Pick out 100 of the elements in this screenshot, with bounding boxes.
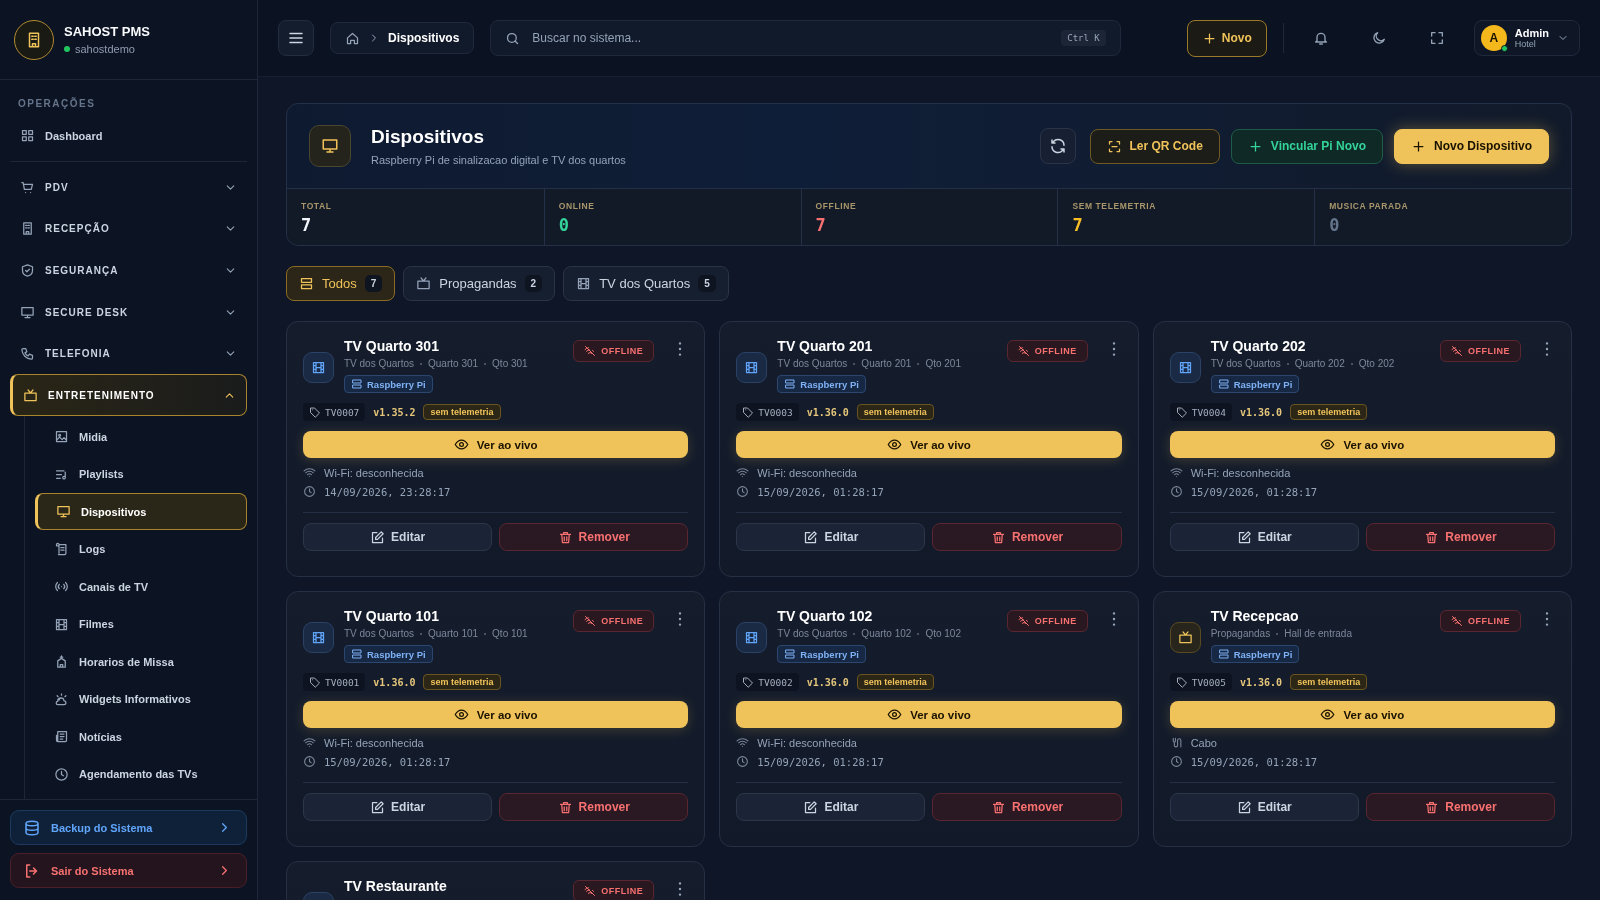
more-icon	[678, 342, 683, 356]
wifi-off-icon	[584, 615, 597, 627]
nav-item[interactable]: Widgets Informativos	[35, 680, 247, 718]
tv-icon	[23, 387, 38, 403]
menu-button[interactable]	[278, 20, 314, 56]
stat-value: 7	[301, 215, 313, 235]
live-view-button[interactable]: Ver ao vivo	[1169, 431, 1555, 458]
edit-button[interactable]: Editar	[1169, 523, 1359, 551]
live-view-button[interactable]: Ver ao vivo	[736, 701, 1122, 728]
nav-group[interactable]: SECURE DESK	[10, 291, 247, 333]
live-view-button[interactable]: Ver ao vivo	[303, 431, 689, 458]
live-view-button[interactable]: Ver ao vivo	[736, 431, 1122, 458]
filter-tab[interactable]: Propagandas 2	[403, 266, 556, 301]
monitor-icon	[321, 137, 339, 155]
wifi-off-icon	[1017, 345, 1030, 357]
wifi-icon	[1169, 466, 1183, 479]
more-icon	[678, 882, 683, 896]
filter-tab[interactable]: Todos 7	[286, 266, 396, 301]
pair-button[interactable]: Vincular Pi Novo	[1230, 128, 1383, 164]
refresh-button[interactable]	[1039, 128, 1076, 164]
backup-button[interactable]: Backup do Sistema	[10, 810, 247, 845]
nav-group[interactable]: TELEFONIA	[10, 332, 247, 375]
building-icon	[20, 221, 35, 237]
last-seen-time: 15/09/2026, 01:28:17	[757, 755, 884, 768]
user-menu[interactable]: A Admin Hotel	[1473, 20, 1580, 56]
filter-tab[interactable]: TV dos Quartos 5	[563, 266, 729, 301]
last-seen-time: 14/09/2026, 23:28:17	[324, 485, 451, 498]
trash-icon	[990, 799, 1006, 815]
stat-label: SEM TELEMETRIA	[1072, 201, 1157, 211]
clock-icon	[1169, 485, 1183, 498]
device-meta: Qto 201	[925, 358, 961, 369]
monitor-icon	[56, 504, 71, 520]
count-badge: 7	[364, 275, 383, 292]
device-meta: TV dos Quartos	[1210, 358, 1281, 369]
device-name: TV Quarto 301	[344, 338, 440, 354]
remove-button[interactable]: Remover	[499, 793, 689, 821]
remove-button[interactable]: Remover	[932, 523, 1122, 551]
monitor-icon	[20, 304, 35, 320]
remove-button[interactable]: Remover	[932, 793, 1122, 821]
nav-group[interactable]: PDV	[10, 166, 247, 209]
edit-button[interactable]: Editar	[1169, 793, 1359, 821]
film-icon	[744, 630, 760, 645]
device-meta: Hall de entrada	[1284, 628, 1352, 639]
new-button[interactable]: Novo	[1186, 19, 1267, 57]
server-icon	[1217, 378, 1230, 390]
remove-button[interactable]: Remover	[1365, 793, 1555, 821]
status-badge: OFFLINE	[1440, 610, 1521, 632]
nav-item[interactable]: Agendamento das TVs	[35, 755, 247, 793]
nav-group[interactable]: RECEPÇÃO	[10, 208, 247, 250]
scan-qr-button[interactable]: Ler QR Code	[1089, 128, 1220, 164]
edit-button[interactable]: Editar	[736, 793, 926, 821]
plus-icon	[1201, 30, 1217, 46]
nav-item[interactable]: Horarios de Missa	[35, 643, 247, 681]
edit-button[interactable]: Editar	[736, 523, 926, 551]
more-icon	[1111, 342, 1116, 356]
nav-item[interactable]: Dispositivos	[35, 493, 247, 531]
nav-group[interactable]: ENTRETENIMENTO	[10, 374, 247, 416]
wifi-icon	[736, 466, 750, 479]
count-badge: 5	[698, 275, 716, 292]
search-bar[interactable]: Buscar no sistema... Ctrl K	[490, 20, 1121, 56]
status-badge: OFFLINE	[1440, 340, 1521, 362]
logout-button[interactable]: Sair do Sistema	[10, 853, 247, 888]
server-icon	[784, 378, 797, 390]
last-seen-time: 15/09/2026, 01:28:17	[1190, 485, 1318, 498]
nav-group[interactable]: SEGURANÇA	[10, 249, 247, 292]
edit-button[interactable]: Editar	[303, 793, 493, 821]
nav-item[interactable]: Playlists	[35, 455, 247, 493]
nav-item[interactable]: Filmes	[35, 605, 247, 643]
edit-button[interactable]: Editar	[303, 523, 493, 551]
wifi-icon	[736, 736, 750, 749]
section-label: OPERAÇÕES	[17, 98, 97, 111]
live-view-button[interactable]: Ver ao vivo	[1169, 701, 1555, 728]
phone-icon	[20, 346, 35, 362]
live-view-button[interactable]: Ver ao vivo	[303, 701, 689, 728]
nav-item[interactable]: Canais de TV	[35, 568, 247, 606]
tv-icon	[416, 276, 432, 291]
home-icon[interactable]	[345, 30, 360, 46]
database-icon	[23, 818, 41, 837]
remove-button[interactable]: Remover	[499, 523, 689, 551]
nav-item[interactable]: Notícias	[35, 718, 247, 756]
nav-item[interactable]: Midia	[35, 418, 247, 456]
nav-item[interactable]: Logs	[35, 530, 247, 568]
new-device-button[interactable]: Novo Dispositivo	[1394, 128, 1549, 164]
more-icon	[1545, 612, 1549, 626]
status-badge: OFFLINE	[1006, 610, 1088, 632]
shield-icon	[20, 263, 35, 278]
version-text: v1.36.0	[806, 676, 849, 688]
telemetry-badge: sem telemetria	[856, 404, 934, 420]
device-meta: Quarto 102	[861, 628, 912, 639]
page-title: Dispositivos	[371, 126, 485, 148]
remove-button[interactable]: Remover	[1365, 523, 1555, 551]
tenant-name: sahostdemo	[75, 43, 135, 55]
wifi-off-icon	[1451, 615, 1463, 627]
refresh-icon	[1048, 137, 1067, 155]
eye-icon	[1320, 437, 1336, 452]
nav-item[interactable]: Dashboard	[10, 117, 247, 155]
search-field[interactable]: Buscar no sistema...	[530, 30, 1052, 46]
breadcrumb-current: Dispositivos	[388, 31, 460, 45]
status-badge: OFFLINE	[573, 340, 655, 362]
film-icon	[54, 616, 69, 632]
